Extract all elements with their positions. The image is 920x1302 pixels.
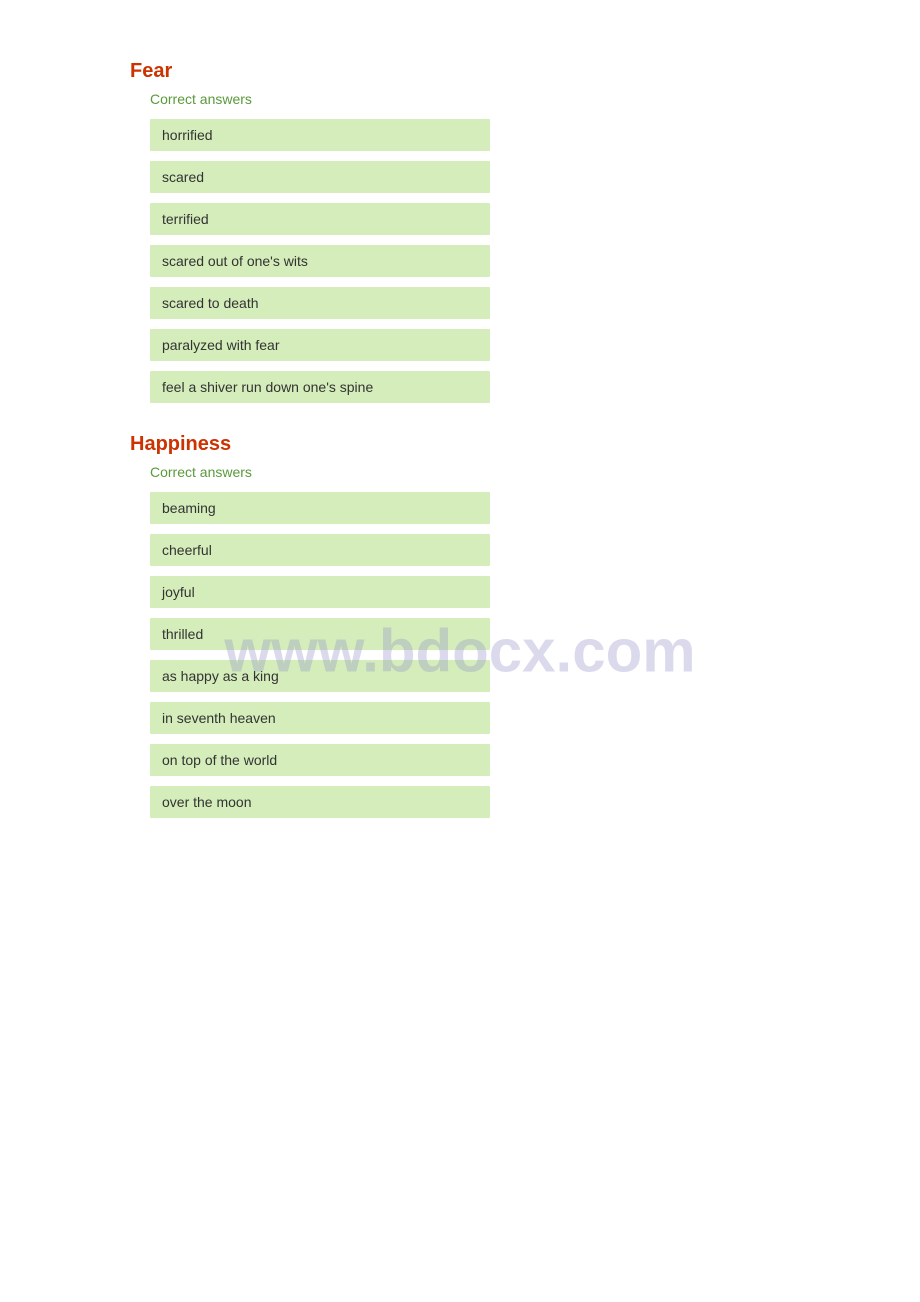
- answer-item: paralyzed with fear: [150, 329, 490, 361]
- answer-item: thrilled: [150, 618, 490, 650]
- answer-item: over the moon: [150, 786, 490, 818]
- answer-item: scared out of one's wits: [150, 245, 490, 277]
- category-title-fear: Fear: [130, 60, 790, 83]
- answer-item: in seventh heaven: [150, 702, 490, 734]
- correct-answers-label-happiness: Correct answers: [150, 464, 790, 480]
- answer-item: beaming: [150, 492, 490, 524]
- answer-item: terrified: [150, 203, 490, 235]
- answer-item: horrified: [150, 119, 490, 151]
- category-title-happiness: Happiness: [130, 433, 790, 456]
- answer-item: feel a shiver run down one's spine: [150, 371, 490, 403]
- answer-item: on top of the world: [150, 744, 490, 776]
- answers-list-fear: horrified scared terrified scared out of on…: [150, 119, 790, 403]
- answer-item: joyful: [150, 576, 490, 608]
- answers-list-happiness: beaming cheerful joyful thrilled as happy as…: [150, 492, 790, 818]
- answer-item: as happy as a king: [150, 660, 490, 692]
- category-section-fear: Fear Correct answers horrified scared terrif…: [130, 60, 790, 403]
- content: Fear Correct answers horrified scared terrif…: [130, 60, 790, 818]
- answer-item: scared to death: [150, 287, 490, 319]
- answer-item: cheerful: [150, 534, 490, 566]
- category-section-happiness: Happiness Correct answers beaming cheerful j…: [130, 433, 790, 818]
- correct-answers-label-fear: Correct answers: [150, 91, 790, 107]
- answer-item: scared: [150, 161, 490, 193]
